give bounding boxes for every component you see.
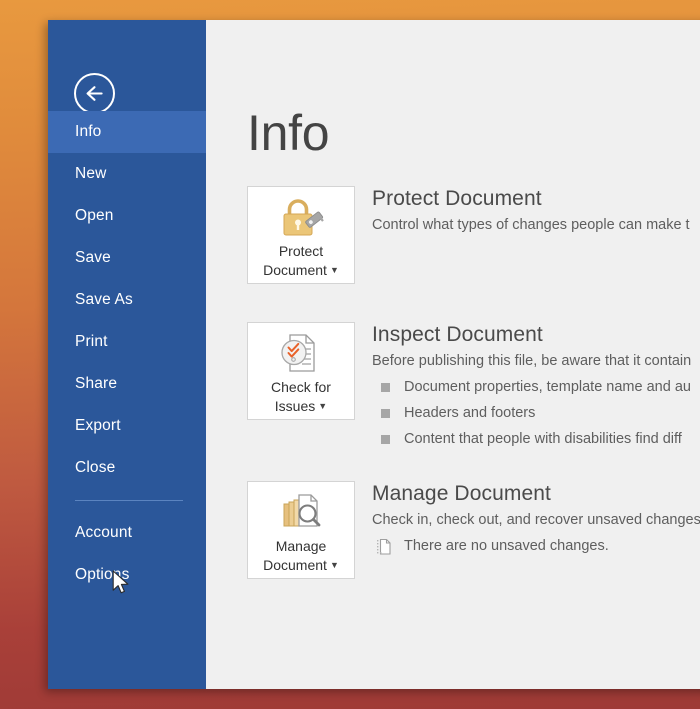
sidebar-item-label: Account (75, 524, 132, 542)
sidebar-item-save-as[interactable]: Save As (48, 279, 206, 321)
sidebar-item-new[interactable]: New (48, 153, 206, 195)
square-bullet-icon (381, 409, 390, 418)
backstage-sidebar: Info New Open Save Save As Print Share E… (48, 20, 206, 689)
sidebar-item-save[interactable]: Save (48, 237, 206, 279)
section-heading: Manage Document (372, 481, 700, 507)
list-item-label: Headers and footers (404, 401, 535, 425)
chevron-down-icon[interactable]: ▼ (318, 397, 327, 416)
unsaved-changes-label: There are no unsaved changes. (404, 535, 609, 558)
manage-document-icon (248, 490, 354, 536)
backstage-main-pane: Info (206, 20, 700, 689)
section-inspect-document: Check for Issues▼ Inspect Document Befor… (247, 322, 700, 420)
button-label-line1: Protect (279, 243, 323, 259)
sidebar-item-label: Save (75, 249, 111, 267)
list-item: Content that people with disabilities fi… (372, 427, 700, 453)
protect-document-button-label: Protect Document▼ (248, 242, 354, 280)
lock-and-key-icon (248, 195, 354, 241)
button-label-line1: Manage (276, 538, 327, 554)
inspect-issues-list: Document properties, template name and a… (372, 375, 700, 453)
sidebar-item-options[interactable]: Options (48, 554, 206, 596)
sidebar-item-label: Export (75, 417, 121, 435)
square-bullet-icon (381, 435, 390, 444)
section-protect-document: Protect Document▼ Protect Document Contr… (247, 186, 700, 284)
sidebar-item-label: Print (75, 333, 108, 351)
sidebar-divider (75, 500, 183, 501)
sidebar-item-label: Options (75, 566, 129, 584)
word-backstage-window: Document1 - W Info New Open Save (48, 20, 700, 689)
back-arrow-icon[interactable] (74, 73, 115, 114)
sidebar-item-label: Open (75, 207, 114, 225)
sidebar-item-label: Info (75, 123, 101, 141)
document-inspect-icon (248, 331, 354, 377)
chevron-down-icon[interactable]: ▼ (330, 261, 339, 280)
button-label-line2: Issues (275, 398, 315, 414)
section-heading: Inspect Document (372, 322, 700, 348)
chevron-down-icon[interactable]: ▼ (330, 556, 339, 575)
check-for-issues-button-label: Check for Issues▼ (248, 378, 354, 416)
check-for-issues-button[interactable]: Check for Issues▼ (247, 322, 355, 420)
section-manage-document: Manage Document▼ Manage Document Check i… (247, 481, 700, 579)
sidebar-item-info[interactable]: Info (48, 111, 206, 153)
protect-document-text: Protect Document Control what types of c… (372, 186, 700, 236)
sidebar-item-label: New (75, 165, 106, 183)
unsaved-changes-note: There are no unsaved changes. (372, 535, 700, 561)
sidebar-item-print[interactable]: Print (48, 321, 206, 363)
manage-document-button[interactable]: Manage Document▼ (247, 481, 355, 579)
button-label-line2: Document (263, 262, 327, 278)
sidebar-item-label: Save As (75, 291, 133, 309)
manage-document-text: Manage Document Check in, check out, and… (372, 481, 700, 561)
sidebar-item-export[interactable]: Export (48, 405, 206, 447)
sidebar-item-account[interactable]: Account (48, 512, 206, 554)
list-item: Document properties, template name and a… (372, 375, 700, 401)
sidebar-item-share[interactable]: Share (48, 363, 206, 405)
button-label-line2: Document (263, 557, 327, 573)
page-title: Info (247, 108, 329, 158)
square-bullet-icon (381, 383, 390, 392)
manage-document-button-label: Manage Document▼ (248, 537, 354, 575)
protect-document-button[interactable]: Protect Document▼ (247, 186, 355, 284)
list-item-label: Content that people with disabilities fi… (404, 427, 682, 451)
button-label-line1: Check for (271, 379, 331, 395)
list-item: Headers and footers (372, 401, 700, 427)
unsaved-changes-icon (376, 538, 392, 561)
section-description: Check in, check out, and recover unsaved… (372, 510, 700, 531)
list-item-label: Document properties, template name and a… (404, 375, 691, 399)
inspect-document-text: Inspect Document Before publishing this … (372, 322, 700, 453)
sidebar-item-label: Share (75, 375, 117, 393)
section-description: Control what types of changes people can… (372, 215, 700, 236)
sidebar-item-open[interactable]: Open (48, 195, 206, 237)
sidebar-item-label: Close (75, 459, 115, 477)
section-heading: Protect Document (372, 186, 700, 212)
desktop-background: Document1 - W Info New Open Save (0, 0, 700, 709)
sidebar-item-close[interactable]: Close (48, 447, 206, 489)
section-description: Before publishing this file, be aware th… (372, 351, 700, 372)
